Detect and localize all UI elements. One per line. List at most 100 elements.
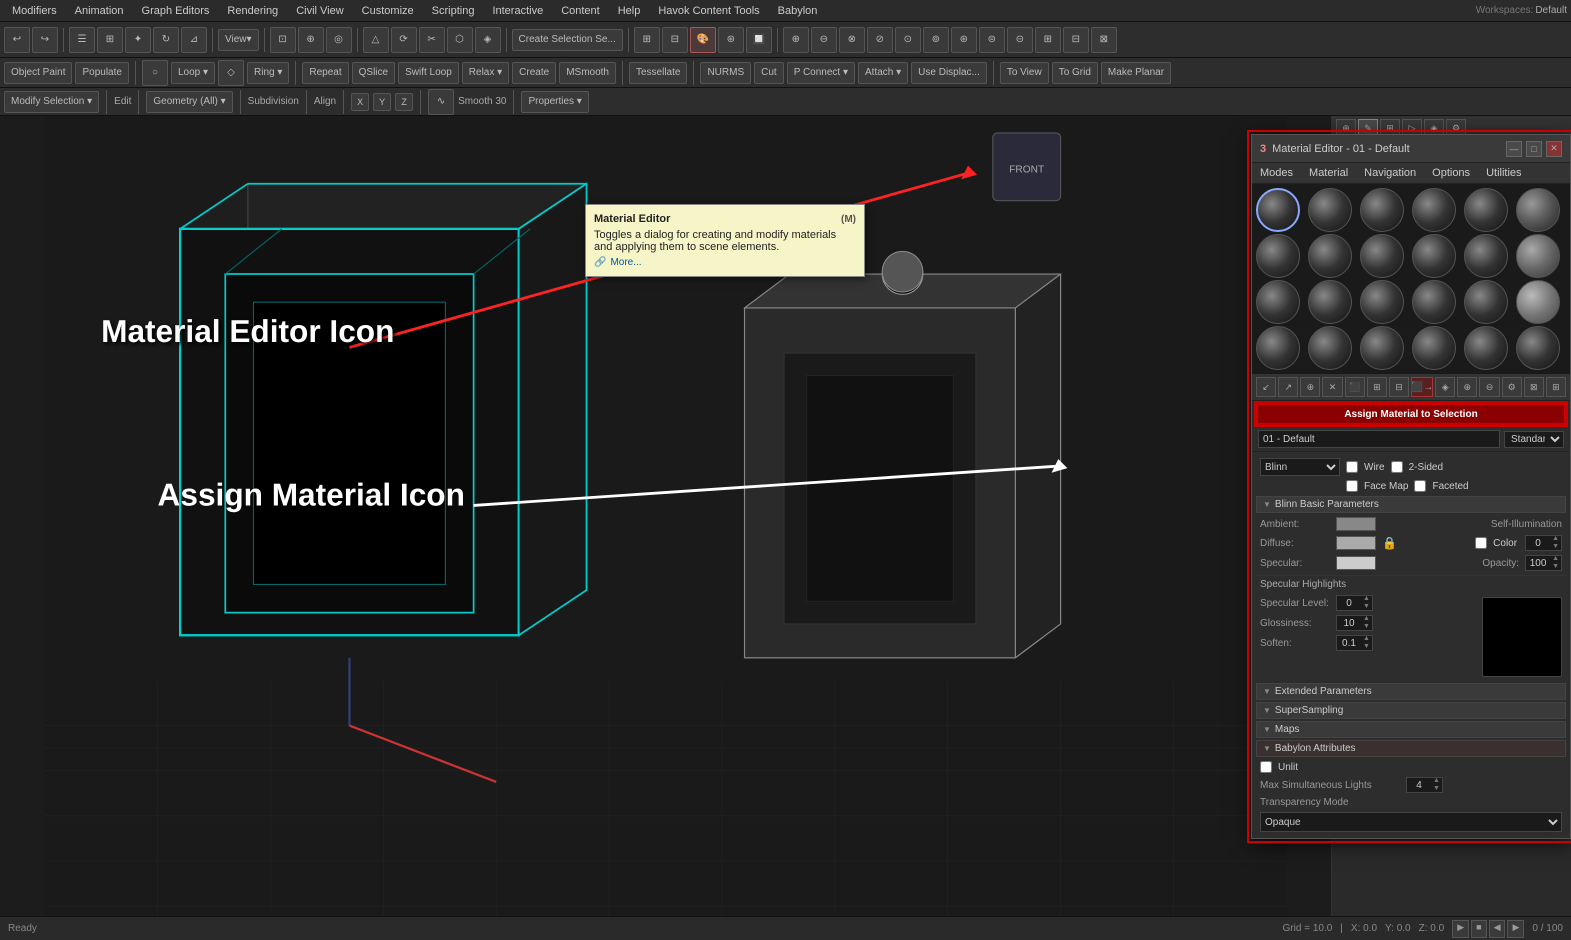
tb-btn3[interactable]: ⊡: [270, 27, 296, 53]
babylon-attributes-header[interactable]: Babylon Attributes: [1256, 740, 1566, 757]
tb-btn7[interactable]: ⟳: [391, 27, 417, 53]
ring-btn[interactable]: Ring ▾: [247, 62, 289, 84]
color-spinner[interactable]: 0 ▲▼: [1525, 535, 1562, 551]
tb-btn15[interactable]: 🔲: [746, 27, 772, 53]
mat-close-btn[interactable]: ✕: [1546, 141, 1562, 157]
attach-btn[interactable]: Attach ▾: [858, 62, 908, 84]
prev-frame-btn[interactable]: ◀: [1489, 920, 1506, 938]
rotate-btn[interactable]: ↻: [153, 27, 179, 53]
tb-btn25[interactable]: ⊞: [1035, 27, 1061, 53]
mat-sphere-19[interactable]: [1256, 326, 1300, 370]
mat-tb-1[interactable]: ↙: [1256, 377, 1276, 397]
mat-sphere-8[interactable]: [1308, 234, 1352, 278]
select-region-btn[interactable]: ⊞: [97, 27, 123, 53]
mat-tb-7[interactable]: ⊟: [1389, 377, 1409, 397]
mat-tb-14[interactable]: ⊞: [1546, 377, 1566, 397]
opacity-spinner[interactable]: 100 ▲▼: [1525, 555, 1562, 571]
two-sided-check[interactable]: [1391, 461, 1403, 473]
mat-sphere-5[interactable]: [1464, 188, 1508, 232]
tb-btn26[interactable]: ⊟: [1063, 27, 1089, 53]
mat-sphere-11[interactable]: [1464, 234, 1508, 278]
use-displace-btn[interactable]: Use Displac...: [911, 62, 987, 84]
assign-mat-icon[interactable]: ⬛→: [1411, 377, 1433, 397]
create-btn[interactable]: Create: [512, 62, 556, 84]
qslice-btn[interactable]: QSlice: [352, 62, 395, 84]
tb-btn6[interactable]: △: [363, 27, 389, 53]
properties-btn[interactable]: Properties ▾: [521, 91, 588, 113]
menu-havok[interactable]: Havok Content Tools: [650, 3, 767, 19]
undo-btn[interactable]: ↩: [4, 27, 30, 53]
create-selection-btn[interactable]: Create Selection Se...: [512, 29, 623, 51]
mat-menu-utilities[interactable]: Utilities: [1478, 165, 1529, 181]
object-paint-btn[interactable]: Object Paint: [4, 62, 72, 84]
move-btn[interactable]: ✦: [125, 27, 151, 53]
max-lights-spinner[interactable]: 4 ▲▼: [1406, 777, 1443, 793]
mat-menu-options[interactable]: Options: [1424, 165, 1478, 181]
tb-btn12[interactable]: ⊟: [662, 27, 688, 53]
tooltip-more[interactable]: 🔗 More...: [594, 257, 856, 268]
shader-select[interactable]: Blinn: [1260, 458, 1340, 476]
mat-tb-12[interactable]: ⚙: [1502, 377, 1522, 397]
extended-params-header[interactable]: Extended Parameters: [1256, 683, 1566, 700]
tessellate-btn[interactable]: Tessellate: [629, 62, 687, 84]
spec-level-spinner[interactable]: 0 ▲▼: [1336, 595, 1373, 611]
view-dropdown[interactable]: View ▾: [218, 29, 259, 51]
mat-sphere-9[interactable]: [1360, 234, 1404, 278]
mat-sphere-3[interactable]: [1360, 188, 1404, 232]
mat-sphere-23[interactable]: [1464, 326, 1508, 370]
blinn-params-header[interactable]: Blinn Basic Parameters: [1256, 496, 1566, 513]
mat-sphere-6[interactable]: [1516, 188, 1560, 232]
mat-tb-4[interactable]: ✕: [1322, 377, 1342, 397]
to-grid-btn[interactable]: To Grid: [1052, 62, 1098, 84]
mat-sphere-21[interactable]: [1360, 326, 1404, 370]
swift-loop-btn[interactable]: Swift Loop: [398, 62, 459, 84]
tb-btn4[interactable]: ⊕: [298, 27, 324, 53]
menu-civil-view[interactable]: Civil View: [288, 3, 351, 19]
menu-help[interactable]: Help: [610, 3, 649, 19]
tb-btn14[interactable]: ⊛: [718, 27, 744, 53]
mat-menu-modes[interactable]: Modes: [1252, 165, 1301, 181]
tb-btn20[interactable]: ⊙: [895, 27, 921, 53]
populate-btn[interactable]: Populate: [75, 62, 128, 84]
mat-tb-5[interactable]: ⬛: [1345, 377, 1365, 397]
select-btn[interactable]: ☰: [69, 27, 95, 53]
specular-swatch[interactable]: [1336, 556, 1376, 570]
menu-babylon[interactable]: Babylon: [770, 3, 826, 19]
mat-tb-9[interactable]: ◈: [1435, 377, 1455, 397]
mat-tb-2[interactable]: ↗: [1278, 377, 1298, 397]
tb-btn10[interactable]: ◈: [475, 27, 501, 53]
faceted-check[interactable]: [1414, 480, 1426, 492]
mat-tb-10[interactable]: ⊕: [1457, 377, 1477, 397]
mat-sphere-22[interactable]: [1412, 326, 1456, 370]
mat-tb-3[interactable]: ⊕: [1300, 377, 1320, 397]
repeat-btn[interactable]: Repeat: [302, 62, 348, 84]
tb-btn19[interactable]: ⊘: [867, 27, 893, 53]
mat-sphere-1[interactable]: [1256, 188, 1300, 232]
unlit-check[interactable]: [1260, 761, 1272, 773]
wire-check[interactable]: [1346, 461, 1358, 473]
transparency-mode-select[interactable]: Opaque: [1260, 812, 1562, 832]
stop-btn[interactable]: ■: [1471, 920, 1486, 938]
glossiness-spinner[interactable]: 10 ▲▼: [1336, 615, 1373, 631]
tb-btn5[interactable]: ◎: [326, 27, 352, 53]
mat-sphere-2[interactable]: [1308, 188, 1352, 232]
material-editor-icon[interactable]: 🎨: [690, 27, 716, 53]
mat-restore-btn[interactable]: □: [1526, 141, 1542, 157]
menu-content[interactable]: Content: [553, 3, 608, 19]
mat-tb-6[interactable]: ⊞: [1367, 377, 1387, 397]
menu-customize[interactable]: Customize: [354, 3, 422, 19]
mat-sphere-17[interactable]: [1464, 280, 1508, 324]
menu-animation[interactable]: Animation: [67, 3, 132, 19]
tb-btn27[interactable]: ⊠: [1091, 27, 1117, 53]
tb-btn11[interactable]: ⊞: [634, 27, 660, 53]
menu-interactive[interactable]: Interactive: [484, 3, 551, 19]
mat-sphere-15[interactable]: [1360, 280, 1404, 324]
mat-sphere-24[interactable]: [1516, 326, 1560, 370]
tb-btn9[interactable]: ⬡: [447, 27, 473, 53]
mat-menu-navigation[interactable]: Navigation: [1356, 165, 1424, 181]
mat-sphere-14[interactable]: [1308, 280, 1352, 324]
to-view-btn[interactable]: To View: [1000, 62, 1049, 84]
mat-minimize-btn[interactable]: —: [1506, 141, 1522, 157]
tb-btn23[interactable]: ⊜: [979, 27, 1005, 53]
tb-btn16[interactable]: ⊕: [783, 27, 809, 53]
